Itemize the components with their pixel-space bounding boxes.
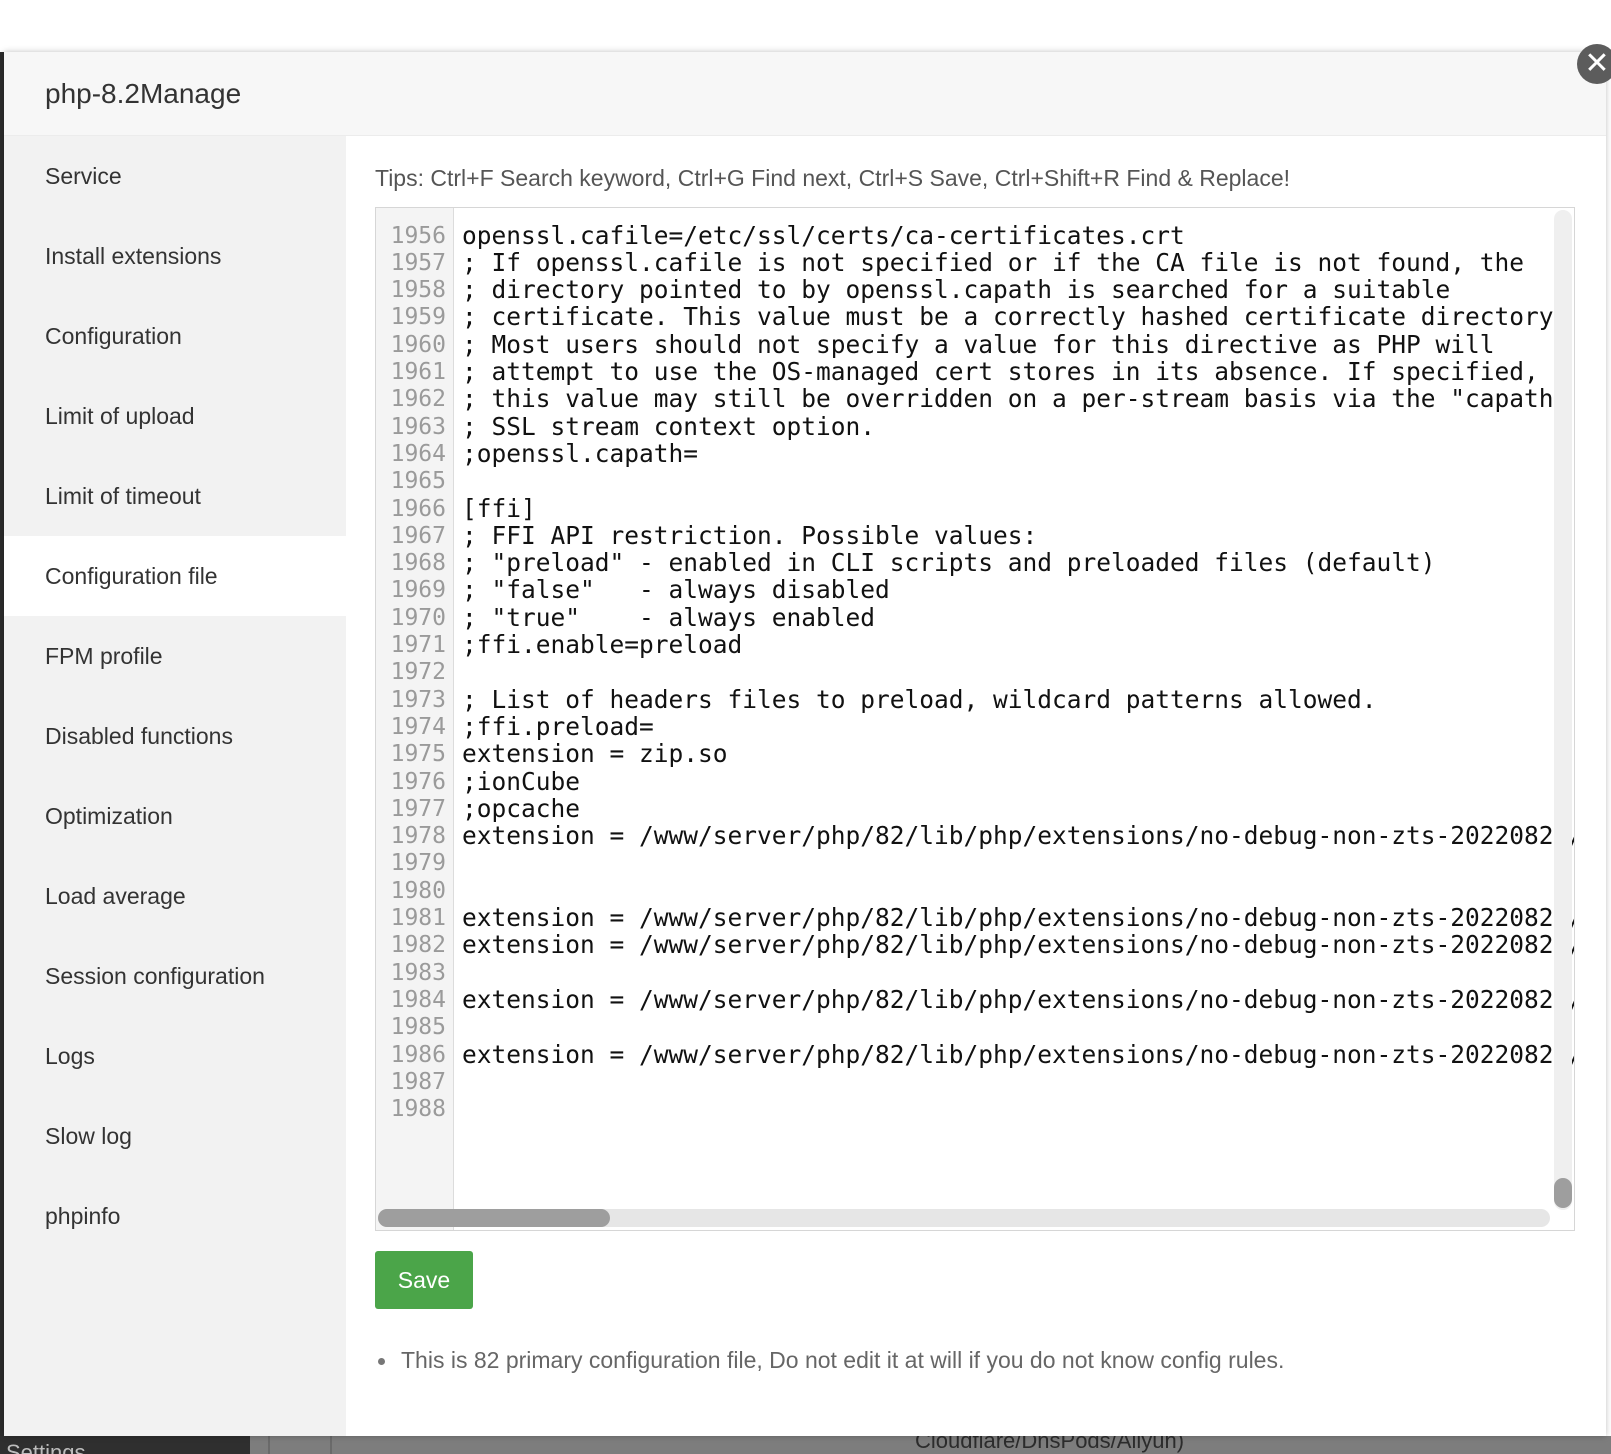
line-number: 1973 (390, 686, 446, 713)
code-text: ;ffi.enable=preload (462, 630, 743, 659)
line-number: 1964 (390, 440, 446, 467)
sidebar-item-limit-of-upload[interactable]: Limit of upload (4, 376, 346, 456)
line-number: 1970 (390, 604, 446, 631)
line-number: 1958 (390, 277, 446, 304)
line-number: 1969 (390, 577, 446, 604)
sidebar-item-configuration-file[interactable]: Configuration file (4, 536, 346, 616)
line-number: 1985 (390, 1014, 446, 1041)
sidebar-item-service[interactable]: Service (4, 136, 346, 216)
line-number: 1966 (390, 495, 446, 522)
line-number: 1965 (390, 468, 446, 495)
config-note-text: This is 82 primary configuration file, D… (401, 1347, 1285, 1373)
modal-title: php-8.2Manage (45, 78, 242, 109)
line-number: 1982 (390, 932, 446, 959)
code-text: extension = /www/server/php/82/lib/php/e… (462, 930, 1575, 960)
code-text: ; If openssl.cafile is not specified or … (462, 247, 1525, 277)
horizontal-scrollbar-thumb[interactable] (378, 1209, 610, 1227)
line-number: 1979 (390, 850, 446, 877)
line-number: 1963 (390, 413, 446, 440)
line-number: 1974 (390, 713, 446, 740)
sidebar-item-install-extensions[interactable]: Install extensions (4, 216, 346, 296)
code-text: ; "true" - always enabled (462, 602, 876, 632)
line-number: 1959 (390, 304, 446, 331)
config-note: This is 82 primary configuration file, D… (378, 1347, 1284, 1374)
sidebar-item-session-configuration[interactable]: Session configuration (4, 936, 346, 1016)
code-text: ;openssl.capath= (462, 438, 699, 468)
code-area[interactable]: openssl.cafile=/etc/ssl/certs/ca-certifi… (376, 208, 1574, 1230)
modal-header: php-8.2Manage (4, 52, 1606, 136)
sidebar-item-disabled-functions[interactable]: Disabled functions (4, 696, 346, 776)
vertical-scrollbar[interactable] (1554, 210, 1572, 1210)
editor-tips: Tips: Ctrl+F Search keyword, Ctrl+G Find… (375, 165, 1291, 191)
code-text: extension = zip.so (462, 739, 728, 769)
line-number: 1978 (390, 823, 446, 850)
config-editor[interactable]: openssl.cafile=/etc/ssl/certs/ca-certifi… (375, 207, 1575, 1231)
code-text: [ffi] (462, 493, 536, 523)
code-text: ; FFI API restriction. Possible values: (462, 520, 1038, 550)
code-text: ; certificate. This value must be a corr… (462, 302, 1569, 332)
sidebar-item-slow-log[interactable]: Slow log (4, 1096, 346, 1176)
code-text: ; "preload" - enabled in CLI scripts and… (462, 548, 1436, 578)
line-number: 1984 (390, 986, 446, 1013)
vertical-scrollbar-thumb[interactable] (1554, 1178, 1572, 1208)
php-manage-modal: php-8.2Manage Service Install extensions C… (4, 52, 1606, 1436)
code-text: ; SSL stream context option. (462, 411, 876, 441)
code-text: ; List of headers files to preload, wild… (462, 684, 1377, 714)
line-number: 1975 (390, 741, 446, 768)
line-number: 1988 (390, 1096, 446, 1123)
code-text: ;ionCube (462, 766, 581, 796)
sidebar-item-configuration[interactable]: Configuration (4, 296, 346, 376)
line-number: 1960 (390, 331, 446, 358)
save-button[interactable]: Save (375, 1251, 473, 1309)
code-text: extension = /www/server/php/82/lib/php/e… (462, 1039, 1575, 1069)
line-number: 1972 (390, 659, 446, 686)
code-text: ;opcache (462, 793, 581, 823)
background-divider (268, 1436, 270, 1454)
line-number: 1983 (390, 959, 446, 986)
code-text: ;ffi.preload= (462, 711, 654, 741)
line-number: 1986 (390, 1041, 446, 1068)
horizontal-scrollbar[interactable] (378, 1209, 1550, 1227)
background-sidebar-label: Settings (0, 1436, 250, 1454)
sidebar-item-fpm-profile[interactable]: FPM profile (4, 616, 346, 696)
line-number: 1977 (390, 795, 446, 822)
code-line: openssl.cafile=/etc/ssl/certs/ca-certifi… (376, 208, 1185, 250)
background-divider (330, 1436, 332, 1454)
line-number: 1987 (390, 1068, 446, 1095)
code-text: ; "false" - always disabled (462, 575, 890, 605)
line-number: 1962 (390, 386, 446, 413)
line-number: 1957 (390, 249, 446, 276)
sidebar-nav: Service Install extensions Configuration Li… (4, 136, 346, 1436)
code-text: ; this value may still be overridden on … (462, 384, 1569, 414)
code-text: extension = /www/server/php/82/lib/php/e… (462, 903, 1575, 932)
code-text: ; attempt to use the OS-managed cert sto… (462, 357, 1539, 386)
sidebar-item-phpinfo[interactable]: phpinfo (4, 1176, 346, 1256)
code-text: extension = /www/server/php/82/lib/php/e… (462, 821, 1575, 851)
sidebar-item-limit-of-timeout[interactable]: Limit of timeout (4, 456, 346, 536)
sidebar-item-logs[interactable]: Logs (4, 1016, 346, 1096)
line-number: 1967 (390, 522, 446, 549)
line-number: 1956 (390, 222, 446, 249)
line-number: 1980 (390, 877, 446, 904)
close-icon[interactable]: ✕ (1577, 44, 1611, 84)
code-text: extension = /www/server/php/82/lib/php/e… (462, 984, 1575, 1014)
line-number: 1981 (390, 905, 446, 931)
line-number: 1976 (390, 768, 446, 795)
line-number: 1961 (390, 359, 446, 385)
code-text: ; directory pointed to by openssl.capath… (462, 275, 1451, 305)
line-number: 1968 (390, 550, 446, 577)
sidebar-item-load-average[interactable]: Load average (4, 856, 346, 936)
code-text: openssl.cafile=/etc/ssl/certs/ca-certifi… (462, 221, 1185, 250)
sidebar-item-optimization[interactable]: Optimization (4, 776, 346, 856)
line-number: 1971 (390, 632, 446, 658)
code-text: ; Most users should not specify a value … (462, 329, 1495, 359)
bullet-icon (378, 1358, 385, 1366)
